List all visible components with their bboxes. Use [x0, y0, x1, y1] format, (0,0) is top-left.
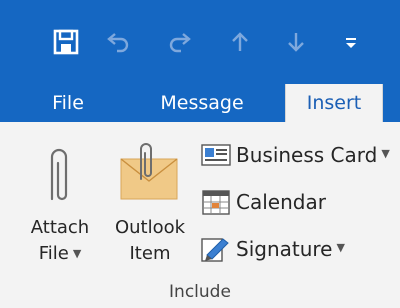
business-card-icon: [200, 141, 232, 169]
down-arrow-icon: [288, 33, 304, 52]
tab-insert[interactable]: Insert: [285, 84, 383, 122]
outlook-item-label-line2: Item: [129, 243, 171, 264]
signature-icon: [200, 235, 232, 263]
save-button[interactable]: [46, 22, 86, 62]
chevron-down-icon: ▼: [381, 146, 390, 160]
attach-file-button[interactable]: Attach File ▼: [16, 135, 104, 265]
chevron-down-icon: ▼: [336, 240, 345, 254]
tab-message[interactable]: Message: [150, 84, 254, 122]
include-group-label: Include: [169, 282, 231, 302]
attach-file-label-line2: File ▼: [38, 243, 82, 264]
down-button[interactable]: [278, 22, 314, 62]
up-button[interactable]: [222, 22, 258, 62]
tab-file[interactable]: File: [38, 84, 98, 122]
business-card-button[interactable]: Business Card ▼: [200, 138, 390, 172]
chevron-down-icon: ▼: [72, 247, 82, 260]
signature-label: Signature: [236, 237, 333, 261]
undo-icon: [107, 33, 129, 53]
signature-button[interactable]: Signature ▼: [200, 232, 345, 266]
paperclip-icon: [50, 148, 68, 201]
customize-toolbar-icon: [346, 38, 356, 48]
customize-toolbar-button[interactable]: [336, 22, 366, 62]
redo-icon: [169, 33, 191, 53]
calendar-icon: [200, 188, 232, 216]
outlook-item-button[interactable]: Outlook Item: [105, 135, 195, 265]
undo-button[interactable]: [98, 22, 138, 62]
attach-file-label-line1: Attach: [30, 217, 90, 238]
calendar-button[interactable]: Calendar: [200, 185, 326, 219]
redo-button[interactable]: [160, 22, 200, 62]
business-card-label: Business Card: [236, 143, 378, 167]
envelope-paperclip-icon: [120, 143, 178, 200]
outlook-item-label-line1: Outlook: [114, 217, 186, 238]
calendar-label: Calendar: [236, 190, 326, 214]
up-arrow-icon: [232, 32, 248, 51]
save-icon: [53, 29, 79, 55]
